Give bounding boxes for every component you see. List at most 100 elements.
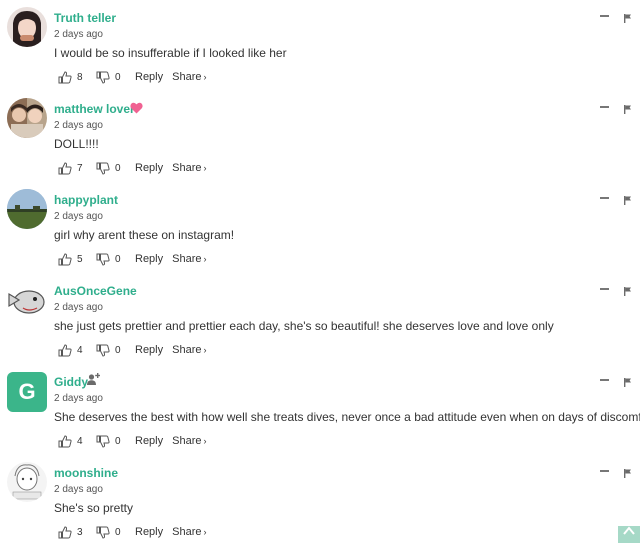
dislike-button[interactable]: 0 xyxy=(96,526,134,539)
like-button[interactable]: 5 xyxy=(58,252,96,266)
thumbs-up-icon xyxy=(58,70,72,83)
comment-text: she just gets prettier and prettier each… xyxy=(54,319,554,333)
collapse-icon[interactable] xyxy=(600,379,609,381)
collapse-icon[interactable] xyxy=(600,15,609,17)
comment-text: I would be so insufferable if I looked l… xyxy=(54,46,287,60)
share-button[interactable]: Share › xyxy=(172,526,206,538)
comment-date: 2 days ago xyxy=(54,302,103,313)
flag-icon[interactable] xyxy=(624,101,631,119)
comment-actions: 4 0 Reply Share › xyxy=(58,433,206,449)
flag-icon[interactable] xyxy=(624,192,631,210)
flag-icon[interactable] xyxy=(624,465,631,483)
avatar[interactable] xyxy=(7,189,47,229)
dislike-button[interactable]: 0 xyxy=(96,71,134,84)
like-button[interactable]: 8 xyxy=(58,70,96,84)
flag-icon[interactable] xyxy=(624,374,631,392)
author-name[interactable]: moonshine xyxy=(54,466,118,480)
thumbs-down-icon xyxy=(96,344,110,357)
heart-icon xyxy=(130,102,143,116)
comment-actions: 8 0 Reply Share › xyxy=(58,69,206,85)
avatar[interactable] xyxy=(7,280,47,320)
like-count: 4 xyxy=(77,344,83,356)
comment-item: G Giddy 2 days ago She deserves the best… xyxy=(0,364,640,455)
like-button[interactable]: 4 xyxy=(58,434,96,448)
chevron-right-icon: › xyxy=(203,72,207,82)
chevron-up-icon xyxy=(623,526,635,535)
comment-actions: 3 0 Reply Share › xyxy=(58,524,206,540)
reply-button[interactable]: Reply xyxy=(135,344,163,356)
author-name[interactable]: AusOnceGene xyxy=(54,284,137,298)
comment-item: happyplant 2 days ago girl why arent the… xyxy=(0,182,640,273)
comment-actions: 7 0 Reply Share › xyxy=(58,160,206,176)
share-label: Share xyxy=(172,71,202,83)
dislike-count: 0 xyxy=(115,71,121,83)
like-button[interactable]: 4 xyxy=(58,343,96,357)
collapse-icon[interactable] xyxy=(600,470,609,472)
share-button[interactable]: Share › xyxy=(172,435,206,447)
dislike-count: 0 xyxy=(115,526,121,538)
chevron-right-icon: › xyxy=(203,163,207,173)
author-name[interactable]: happyplant xyxy=(54,193,118,207)
comment-date: 2 days ago xyxy=(54,211,103,222)
thumbs-up-icon xyxy=(58,161,72,174)
like-button[interactable]: 3 xyxy=(58,525,96,539)
share-button[interactable]: Share › xyxy=(172,344,206,356)
flag-icon[interactable] xyxy=(624,283,631,301)
dislike-count: 0 xyxy=(115,435,121,447)
comment-item: AusOnceGene 2 days ago she just gets pre… xyxy=(0,273,640,364)
like-button[interactable]: 7 xyxy=(58,161,96,175)
reply-button[interactable]: Reply xyxy=(135,162,163,174)
comment-item: matthew lover 2 days ago DOLL!!!! 7 0 Re… xyxy=(0,91,640,182)
collapse-icon[interactable] xyxy=(600,106,609,108)
chevron-right-icon: › xyxy=(203,436,207,446)
comment-actions: 4 0 Reply Share › xyxy=(58,342,206,358)
share-button[interactable]: Share › xyxy=(172,71,206,83)
thumbs-up-icon xyxy=(58,525,72,538)
chevron-right-icon: › xyxy=(203,345,207,355)
comment-date: 2 days ago xyxy=(54,484,103,495)
follow-icon[interactable] xyxy=(87,373,101,387)
dislike-button[interactable]: 0 xyxy=(96,435,134,448)
like-count: 5 xyxy=(77,253,83,265)
thumbs-down-icon xyxy=(96,162,110,175)
thumbs-up-icon xyxy=(58,252,72,265)
share-label: Share xyxy=(172,162,202,174)
avatar[interactable] xyxy=(7,98,47,138)
avatar[interactable]: G xyxy=(7,372,47,412)
comment-date: 2 days ago xyxy=(54,393,103,404)
dislike-button[interactable]: 0 xyxy=(96,253,134,266)
author-name[interactable]: Truth teller xyxy=(54,11,116,25)
reply-button[interactable]: Reply xyxy=(135,71,163,83)
thumbs-down-icon xyxy=(96,526,110,539)
share-label: Share xyxy=(172,435,202,447)
comment-item: moonshine 2 days ago She's so pretty 3 0… xyxy=(0,455,640,546)
reply-button[interactable]: Reply xyxy=(135,526,163,538)
share-button[interactable]: Share › xyxy=(172,253,206,265)
collapse-icon[interactable] xyxy=(600,197,609,199)
comment-date: 2 days ago xyxy=(54,29,103,40)
avatar[interactable] xyxy=(7,462,47,502)
dislike-button[interactable]: 0 xyxy=(96,162,134,175)
collapse-icon[interactable] xyxy=(600,288,609,290)
share-button[interactable]: Share › xyxy=(172,162,206,174)
dislike-button[interactable]: 0 xyxy=(96,344,134,357)
comment-text: She's so pretty xyxy=(54,501,133,515)
chevron-right-icon: › xyxy=(203,254,207,264)
avatar[interactable] xyxy=(7,7,47,47)
thumbs-down-icon xyxy=(96,253,110,266)
like-count: 8 xyxy=(77,71,83,83)
author-name[interactable]: Giddy xyxy=(54,375,88,389)
scroll-to-top-button[interactable] xyxy=(618,526,640,543)
reply-button[interactable]: Reply xyxy=(135,435,163,447)
share-label: Share xyxy=(172,344,202,356)
dislike-count: 0 xyxy=(115,162,121,174)
chevron-right-icon: › xyxy=(203,527,207,537)
thumbs-down-icon xyxy=(96,71,110,84)
reply-button[interactable]: Reply xyxy=(135,253,163,265)
comment-date: 2 days ago xyxy=(54,120,103,131)
comment-text: DOLL!!!! xyxy=(54,137,99,151)
author-name[interactable]: matthew lover xyxy=(54,102,135,116)
flag-icon[interactable] xyxy=(624,10,631,28)
thumbs-up-icon xyxy=(58,343,72,356)
comment-item: Truth teller 2 days ago I would be so in… xyxy=(0,0,640,91)
